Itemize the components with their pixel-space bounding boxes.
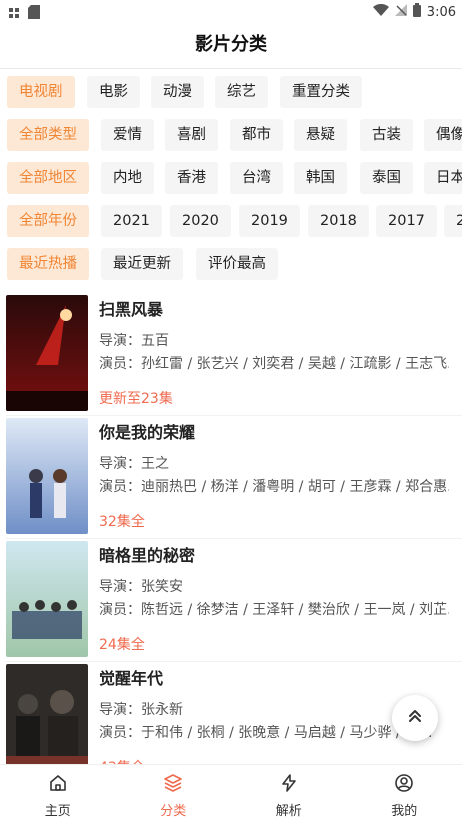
poster-image[interactable] (6, 664, 88, 780)
app-header: 影片分类 (0, 22, 462, 69)
battery-icon (413, 3, 421, 21)
no-signal-icon (395, 4, 407, 20)
chip-category-movie[interactable]: 电影 (87, 76, 140, 108)
double-chevron-up-icon (406, 707, 424, 729)
status-bar: 3:06 (0, 0, 462, 22)
list-item[interactable]: 暗格里的秘密 导演：张笑安 演员：陈哲远 / 徐梦洁 / 王泽轩 / 樊治欣 /… (0, 539, 462, 662)
poster-image[interactable] (6, 418, 88, 534)
nav-home[interactable]: 主页 (0, 765, 116, 822)
chip-year-2021[interactable]: 2021 (101, 205, 162, 237)
chip-type-mystery[interactable]: 悬疑 (294, 119, 347, 151)
filter-row-region: 全部地区 内地 香港 台湾 韩国 泰国 日本 (0, 162, 462, 205)
item-director: 导演：王之 (99, 453, 169, 473)
nav-profile[interactable]: 我的 (347, 765, 462, 822)
app-notification-icon (8, 4, 20, 23)
chip-region-all[interactable]: 全部地区 (7, 162, 89, 194)
user-icon (394, 773, 414, 800)
nav-home-label: 主页 (45, 800, 71, 819)
chip-type-all[interactable]: 全部类型 (7, 119, 89, 151)
chip-year-2019[interactable]: 2019 (239, 205, 300, 237)
nav-category[interactable]: 分类 (116, 765, 232, 822)
item-episode-status: 24集全 (99, 634, 145, 654)
wifi-icon (373, 4, 389, 20)
item-title[interactable]: 暗格里的秘密 (99, 542, 195, 566)
chip-region-japan[interactable]: 日本 (424, 162, 462, 194)
nav-parse[interactable]: 解析 (231, 765, 347, 822)
filter-row-sort: 最近热播 最近更新 评价最高 (0, 248, 462, 291)
scroll-top-button[interactable] (392, 695, 438, 741)
nav-profile-label: 我的 (391, 800, 417, 819)
chip-region-hongkong[interactable]: 香港 (165, 162, 218, 194)
chip-sort-hot[interactable]: 最近热播 (7, 248, 89, 280)
chip-type-costume[interactable]: 古装 (360, 119, 413, 151)
chip-year-2018[interactable]: 2018 (308, 205, 369, 237)
bottom-navigation: 主页 分类 解析 我的 (0, 764, 462, 822)
chip-type-comedy[interactable]: 喜剧 (165, 119, 218, 151)
sd-card-icon (28, 4, 40, 23)
chip-year-2017[interactable]: 2017 (376, 205, 437, 237)
chip-category-tv[interactable]: 电视剧 (7, 76, 75, 108)
chip-region-korea[interactable]: 韩国 (294, 162, 347, 194)
filter-row-type: 全部类型 爱情 喜剧 都市 悬疑 古装 偶像 (0, 119, 462, 162)
item-director: 导演：张笑安 (99, 576, 183, 596)
chip-type-romance[interactable]: 爱情 (101, 119, 154, 151)
filter-panel: 电视剧 电影 动漫 综艺 重置分类 全部类型 爱情 喜剧 都市 悬疑 古装 偶像… (0, 76, 462, 291)
chip-category-anime[interactable]: 动漫 (151, 76, 204, 108)
chip-category-reset[interactable]: 重置分类 (280, 76, 362, 108)
item-director: 导演：五百 (99, 330, 169, 350)
chip-type-urban[interactable]: 都市 (230, 119, 283, 151)
list-item[interactable]: 你是我的荣耀 导演：王之 演员：迪丽热巴 / 杨洋 / 潘粤明 / 胡可 / 王… (0, 416, 462, 539)
chip-region-mainland[interactable]: 内地 (101, 162, 154, 194)
list-item[interactable]: 扫黑风暴 导演：五百 演员：孙红雷 / 张艺兴 / 刘奕君 / 吴越 / 江疏影… (0, 293, 462, 416)
layers-icon (163, 773, 183, 800)
home-icon (48, 773, 68, 800)
poster-image[interactable] (6, 295, 88, 411)
filter-row-category: 电视剧 电影 动漫 综艺 重置分类 (0, 76, 462, 119)
item-cast: 演员：陈哲远 / 徐梦洁 / 王泽轩 / 樊治欣 / 王一岚 / 刘芷... (99, 599, 449, 619)
filter-row-year: 全部年份 2021 2020 2019 2018 2017 2 (0, 205, 462, 248)
chip-sort-latest[interactable]: 最近更新 (101, 248, 183, 280)
page-title: 影片分类 (0, 22, 462, 68)
item-title[interactable]: 扫黑风暴 (99, 296, 163, 320)
chip-region-thailand[interactable]: 泰国 (360, 162, 413, 194)
chip-region-taiwan[interactable]: 台湾 (230, 162, 283, 194)
chip-year-more[interactable]: 2 (444, 205, 462, 237)
item-cast: 演员：孙红雷 / 张艺兴 / 刘奕君 / 吴越 / 江疏影 / 王志飞... (99, 353, 449, 373)
chip-year-all[interactable]: 全部年份 (7, 205, 89, 237)
lightning-icon (279, 773, 299, 800)
chip-category-variety[interactable]: 综艺 (215, 76, 268, 108)
item-title[interactable]: 你是我的荣耀 (99, 419, 195, 443)
chip-sort-rating[interactable]: 评价最高 (196, 248, 278, 280)
item-title[interactable]: 觉醒年代 (99, 665, 163, 689)
chip-type-idol[interactable]: 偶像 (424, 119, 462, 151)
clock: 3:06 (427, 5, 456, 20)
nav-parse-label: 解析 (276, 800, 302, 819)
item-director: 导演：张永新 (99, 699, 183, 719)
chip-year-2020[interactable]: 2020 (170, 205, 231, 237)
nav-category-label: 分类 (160, 800, 186, 819)
item-episode-status: 更新至23集 (99, 388, 173, 408)
poster-image[interactable] (6, 541, 88, 657)
item-episode-status: 32集全 (99, 511, 145, 531)
item-cast: 演员：迪丽热巴 / 杨洋 / 潘粤明 / 胡可 / 王彦霖 / 郑合惠... (99, 476, 449, 496)
